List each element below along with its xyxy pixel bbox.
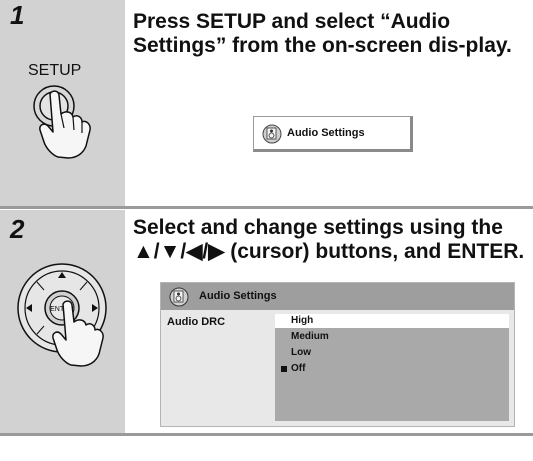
step-1-instruction: Press SETUP and select “Audio Settings” … xyxy=(133,10,512,57)
step-divider xyxy=(0,206,533,209)
option-list: High Medium Low Off xyxy=(275,314,509,421)
setting-name: Audio DRC xyxy=(167,316,226,328)
option-off[interactable]: Off xyxy=(275,362,509,376)
step-2: 2 ENTER Select and change settings using… xyxy=(0,210,533,433)
option-low[interactable]: Low xyxy=(275,346,509,360)
setup-button-label: SETUP xyxy=(28,62,82,79)
bottom-divider xyxy=(0,433,533,436)
audio-settings-icon xyxy=(169,287,189,312)
step-1: 1 SETUP Press SETUP and select “Audio Se… xyxy=(0,0,533,206)
step-2-sidebar: 2 ENTER xyxy=(0,210,125,433)
step-1-sidebar: 1 SETUP xyxy=(0,0,125,206)
audio-settings-menu-item: Audio Settings xyxy=(253,116,413,152)
osd-title: Audio Settings xyxy=(199,290,277,302)
step-2-instruction: Select and change settings using the ▲/▼… xyxy=(133,216,525,263)
option-high[interactable]: High xyxy=(275,314,509,328)
audio-settings-osd: Audio Settings Audio DRC High Medium Low… xyxy=(160,282,515,427)
audio-settings-icon xyxy=(262,124,282,149)
setup-button-press-icon xyxy=(28,84,108,169)
step-number: 2 xyxy=(10,214,25,244)
option-medium[interactable]: Medium xyxy=(275,330,509,344)
step-number: 1 xyxy=(10,0,25,30)
cursor-pad-enter-press-icon: ENTER xyxy=(10,260,125,375)
osd-header: Audio Settings xyxy=(161,283,514,310)
current-setting-marker xyxy=(281,366,287,372)
menu-item-label: Audio Settings xyxy=(287,127,365,139)
